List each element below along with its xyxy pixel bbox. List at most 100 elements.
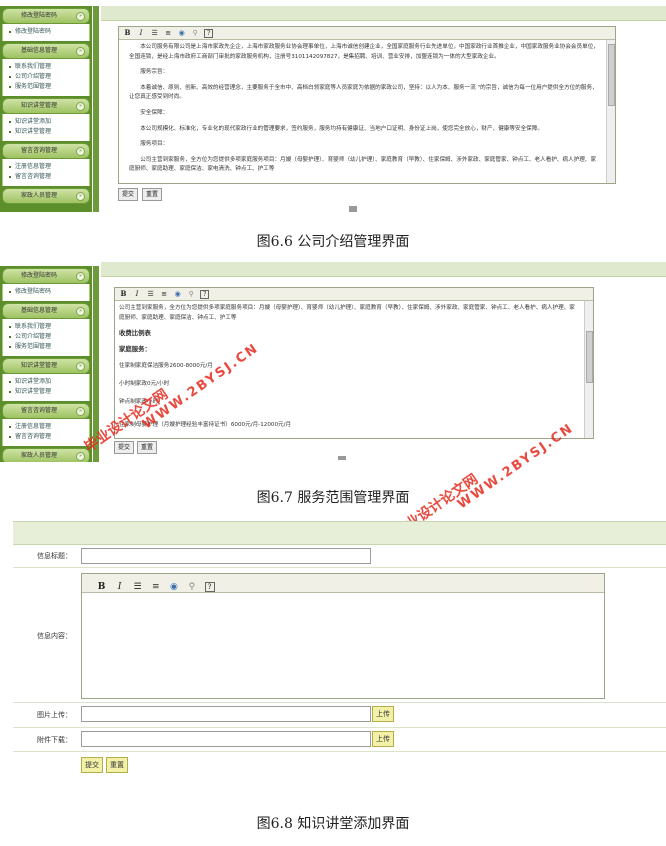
paragraph: 住家制母婴护理（月嫂护理经验丰富持证书）6000元/月-12000元/月 — [119, 422, 292, 429]
sidebar: 修改登陆密码» 修改登陆密码 基础信息管理» 联系我们管理 公司介绍管理 服务范… — [0, 266, 92, 462]
help-icon[interactable]: ? — [204, 29, 214, 38]
editor-toolbar: B I ☰ ≡ ◉ ⚲ ? — [119, 27, 615, 40]
sidebar-group-staff[interactable]: 家政人员管理» — [2, 188, 90, 204]
chevron-icon: » — [76, 147, 85, 156]
figure-company-intro: 修改登陆密码» 修改登陆密码 基础信息管理» 联系我们管理 公司介绍管理 服务范… — [0, 0, 666, 215]
ordered-list-icon[interactable]: ☰ — [132, 582, 143, 593]
ordered-list-icon[interactable]: ☰ — [150, 29, 159, 38]
scrollbar-thumb[interactable] — [586, 331, 593, 383]
submit-button[interactable]: 提交 — [114, 441, 135, 454]
sidebar-group-basic[interactable]: 基础信息管理» — [2, 303, 90, 319]
sidebar-item[interactable]: 知识讲堂添加 — [3, 377, 89, 387]
editor-content[interactable]: 公司主营到家服务，全方位为您提供多项家庭服务项目：月嫂（母婴护理）、育婴师（幼儿… — [115, 301, 593, 431]
editor-scrollbar[interactable] — [606, 40, 615, 183]
resize-grip[interactable] — [349, 206, 357, 212]
sidebar-item[interactable]: 公司介绍管理 — [3, 72, 89, 82]
ordered-list-icon[interactable]: ☰ — [146, 290, 155, 299]
paragraph: 安全保障： — [140, 109, 169, 116]
submit-button[interactable]: 提交 — [118, 188, 139, 201]
sidebar-item[interactable]: 修改登陆密码 — [3, 287, 89, 297]
sidebar-group-knowledge[interactable]: 知识讲堂管理» — [2, 98, 90, 114]
sidebar-group-password[interactable]: 修改登陆密码» — [2, 8, 90, 24]
unordered-list-icon[interactable]: ≡ — [150, 582, 161, 593]
link-icon[interactable]: ⚲ — [186, 582, 197, 593]
sidebar-item[interactable]: 注册信息管理 — [3, 422, 89, 432]
help-icon[interactable]: ? — [200, 290, 210, 299]
reset-button[interactable]: 重置 — [142, 188, 163, 201]
link-icon[interactable]: ⚲ — [191, 29, 200, 38]
paragraph: 住家制家庭保洁服务2600-8000元/月 — [119, 363, 213, 370]
section-heading: 家庭服务： — [119, 344, 151, 353]
paragraph: 服务宗旨： — [140, 69, 169, 76]
sidebar-item[interactable]: 知识讲堂添加 — [3, 117, 89, 127]
sidebar-item[interactable]: 知识讲堂管理 — [3, 387, 89, 397]
italic-icon[interactable]: I — [137, 29, 146, 38]
content-editor[interactable]: B I ☰ ≡ ◉ ⚲ ? — [81, 573, 605, 699]
content-header — [101, 262, 666, 277]
resize-grip[interactable] — [338, 456, 346, 460]
italic-icon[interactable]: I — [114, 582, 125, 593]
chevron-icon: » — [76, 102, 85, 111]
sidebar-item[interactable]: 服务范围管理 — [3, 342, 89, 352]
unordered-list-icon[interactable]: ≡ — [160, 290, 169, 299]
sidebar-group-password[interactable]: 修改登陆密码» — [2, 268, 90, 284]
image-icon[interactable]: ◉ — [177, 29, 186, 38]
paragraph: 公司主营到家服务，全方位为您提供多项家庭服务项目：月嫂（母婴护理）、育婴师（幼儿… — [129, 156, 597, 173]
bold-icon[interactable]: B — [123, 28, 132, 37]
chevron-icon: » — [76, 407, 85, 416]
paragraph: 本公司规模化、标准化，专业化的现代家政行业的管理要求，签约服务，服务均持有健康证… — [140, 125, 543, 132]
sidebar-group-staff[interactable]: 家政人员管理» — [2, 448, 90, 462]
chevron-icon: » — [76, 362, 85, 371]
editor-scrollbar[interactable] — [584, 301, 593, 438]
content-header — [101, 6, 666, 21]
bold-icon[interactable]: B — [119, 289, 128, 298]
scrollbar-thumb[interactable] — [608, 44, 615, 106]
paragraph: 本着诚信、原则、创新、高效的经营理念，主要服务于全市中、高档白领家庭等人员家庭为… — [129, 84, 598, 101]
chevron-icon: » — [76, 47, 85, 56]
title-input[interactable] — [81, 548, 371, 564]
sidebar-group-message[interactable]: 留言咨询管理» — [2, 403, 90, 419]
sidebar-item[interactable]: 留言咨询管理 — [3, 432, 89, 442]
chevron-icon: » — [76, 192, 85, 201]
reset-button[interactable]: 重置 — [137, 441, 158, 454]
paragraph: 公司主营到家服务，全方位为您提供多项家庭服务项目：月嫂（母婴护理）、育婴师（幼儿… — [119, 305, 575, 321]
attachment-upload-button[interactable]: 上传 — [372, 731, 394, 747]
sidebar-item[interactable]: 联系我们管理 — [3, 322, 89, 332]
reset-button[interactable]: 重置 — [106, 757, 128, 773]
content-label: 信息内容： — [37, 632, 72, 640]
sidebar-group-knowledge[interactable]: 知识讲堂管理» — [2, 358, 90, 374]
editor-toolbar: B I ☰ ≡ ◉ ⚲ ? — [115, 288, 593, 301]
paragraph: 服务项目： — [140, 141, 169, 148]
table-heading: 收费比例表 — [119, 329, 151, 338]
paragraph: 本公司服务有限公司是上海市家政先企企，上海市家政服务业协会理事单位，上海市诚信创… — [129, 44, 599, 60]
italic-icon[interactable]: I — [133, 290, 142, 299]
title-label: 信息标题： — [37, 552, 72, 560]
image-icon[interactable]: ◉ — [168, 582, 179, 593]
sidebar-item[interactable]: 服务范围管理 — [3, 82, 89, 92]
unordered-list-icon[interactable]: ≡ — [164, 29, 173, 38]
rich-text-editor[interactable]: B I ☰ ≡ ◉ ⚲ ? 本公司服务有限公司是上海市家政先企企，上海市家政服务… — [118, 26, 616, 184]
form-header — [13, 522, 666, 545]
image-label: 图片上传： — [37, 711, 72, 719]
editor-content[interactable]: 本公司服务有限公司是上海市家政先企企，上海市家政服务业协会理事单位，上海市诚信创… — [119, 40, 615, 175]
sidebar-item[interactable]: 注册信息管理 — [3, 162, 89, 172]
attachment-path-input[interactable] — [81, 731, 371, 747]
sidebar: 修改登陆密码» 修改登陆密码 基础信息管理» 联系我们管理 公司介绍管理 服务范… — [0, 6, 92, 212]
chevron-icon: » — [76, 12, 85, 21]
sidebar-item[interactable]: 公司介绍管理 — [3, 332, 89, 342]
help-icon[interactable]: ? — [204, 582, 215, 592]
rich-text-editor[interactable]: B I ☰ ≡ ◉ ⚲ ? 公司主营到家服务，全方位为您提供多项家庭服务项目：月… — [114, 287, 594, 439]
bold-icon[interactable]: B — [96, 582, 107, 593]
submit-button[interactable]: 提交 — [81, 757, 103, 773]
sidebar-item[interactable]: 留言咨询管理 — [3, 172, 89, 182]
image-upload-button[interactable]: 上传 — [372, 706, 394, 722]
sidebar-item[interactable]: 联系我们管理 — [3, 62, 89, 72]
image-path-input[interactable] — [81, 706, 371, 722]
image-icon[interactable]: ◉ — [173, 290, 182, 299]
sidebar-item[interactable]: 修改登陆密码 — [3, 27, 89, 37]
link-icon[interactable]: ⚲ — [187, 290, 196, 299]
sidebar-group-basic[interactable]: 基础信息管理» — [2, 43, 90, 59]
sidebar-item[interactable]: 知识讲堂管理 — [3, 127, 89, 137]
attachment-label: 附件下载： — [37, 736, 72, 744]
sidebar-group-message[interactable]: 留言咨询管理» — [2, 143, 90, 159]
